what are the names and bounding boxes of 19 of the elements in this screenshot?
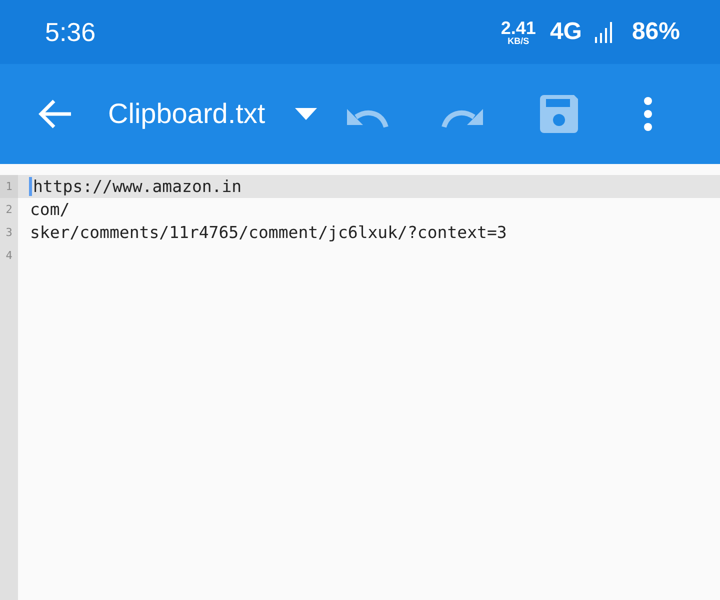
code-line: sker/comments/11r4765/comment/jc6lxuk/?context=3 [30,223,507,242]
text-cursor [29,177,32,196]
line-number: 3 [0,221,18,244]
more-options-icon[interactable] [643,97,653,131]
line-number: 4 [0,244,18,267]
network-speed: 2.41 [500,18,536,36]
file-title[interactable]: Clipboard.txt [108,98,294,130]
back-arrow-icon[interactable] [37,98,73,130]
dropdown-caret-icon[interactable] [294,107,318,121]
code-line: https://www.amazon.in [33,177,242,196]
save-icon[interactable] [540,95,578,133]
line-number: 2 [0,198,18,221]
line-number: 1 [0,175,18,198]
clock-time: 5:36 [45,16,96,48]
network-type: 4G [550,18,582,46]
code-line: com/ [30,200,70,219]
signal-icon [594,21,614,43]
speed-unit: KB/S [508,36,530,46]
battery-level: 86% [632,18,680,46]
